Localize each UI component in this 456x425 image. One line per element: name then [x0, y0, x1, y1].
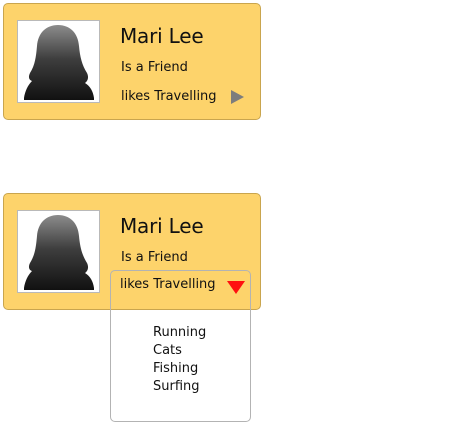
relation-label: Is a Friend [121, 250, 188, 265]
avatar [17, 20, 100, 103]
triangle-right-icon[interactable] [231, 90, 244, 104]
profile-name: Mari Lee [120, 214, 204, 238]
person-silhouette-icon [24, 215, 94, 290]
interest-label: likes Travelling [121, 89, 217, 104]
avatar [17, 210, 100, 293]
relation-label: Is a Friend [121, 60, 188, 75]
interest-dropdown-toggle[interactable]: likes Travelling [121, 88, 251, 108]
interest-dropdown: likes Travelling Running Cats Fishing Su… [110, 270, 251, 422]
interest-options-list: Running Cats Fishing Surfing [111, 320, 250, 399]
interest-dropdown-toggle[interactable]: likes Travelling [111, 271, 250, 299]
triangle-down-icon[interactable] [227, 281, 245, 294]
interest-label: likes Travelling [120, 277, 216, 292]
profile-name: Mari Lee [120, 24, 204, 48]
person-silhouette-icon [24, 25, 94, 100]
dropdown-option[interactable]: Surfing [111, 374, 250, 399]
profile-card: Mari Lee Is a Friend likes Travelling [3, 3, 261, 120]
